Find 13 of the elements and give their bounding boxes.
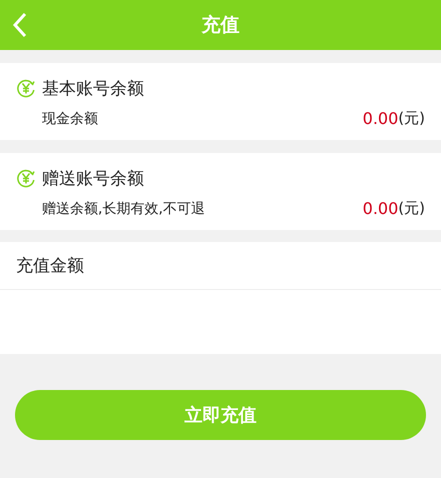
balance-amount: 0.00 [362,199,398,218]
balance-amount: 0.00 [362,109,398,128]
yen-coin-icon [16,168,36,188]
yen-coin-icon [16,78,36,98]
currency-unit: (元) [398,199,425,218]
recharge-button[interactable]: 立即充值 [15,390,426,440]
balance-label: 现金余额 [42,110,99,128]
currency-unit: (元) [398,109,425,128]
account-title: 基本账号余额 [42,78,144,100]
back-icon[interactable] [12,12,28,38]
balance-label: 赠送余额,长期有效,不可退 [42,200,206,218]
page-title: 充值 [200,13,240,38]
account-title: 赠送账号余额 [42,168,144,190]
